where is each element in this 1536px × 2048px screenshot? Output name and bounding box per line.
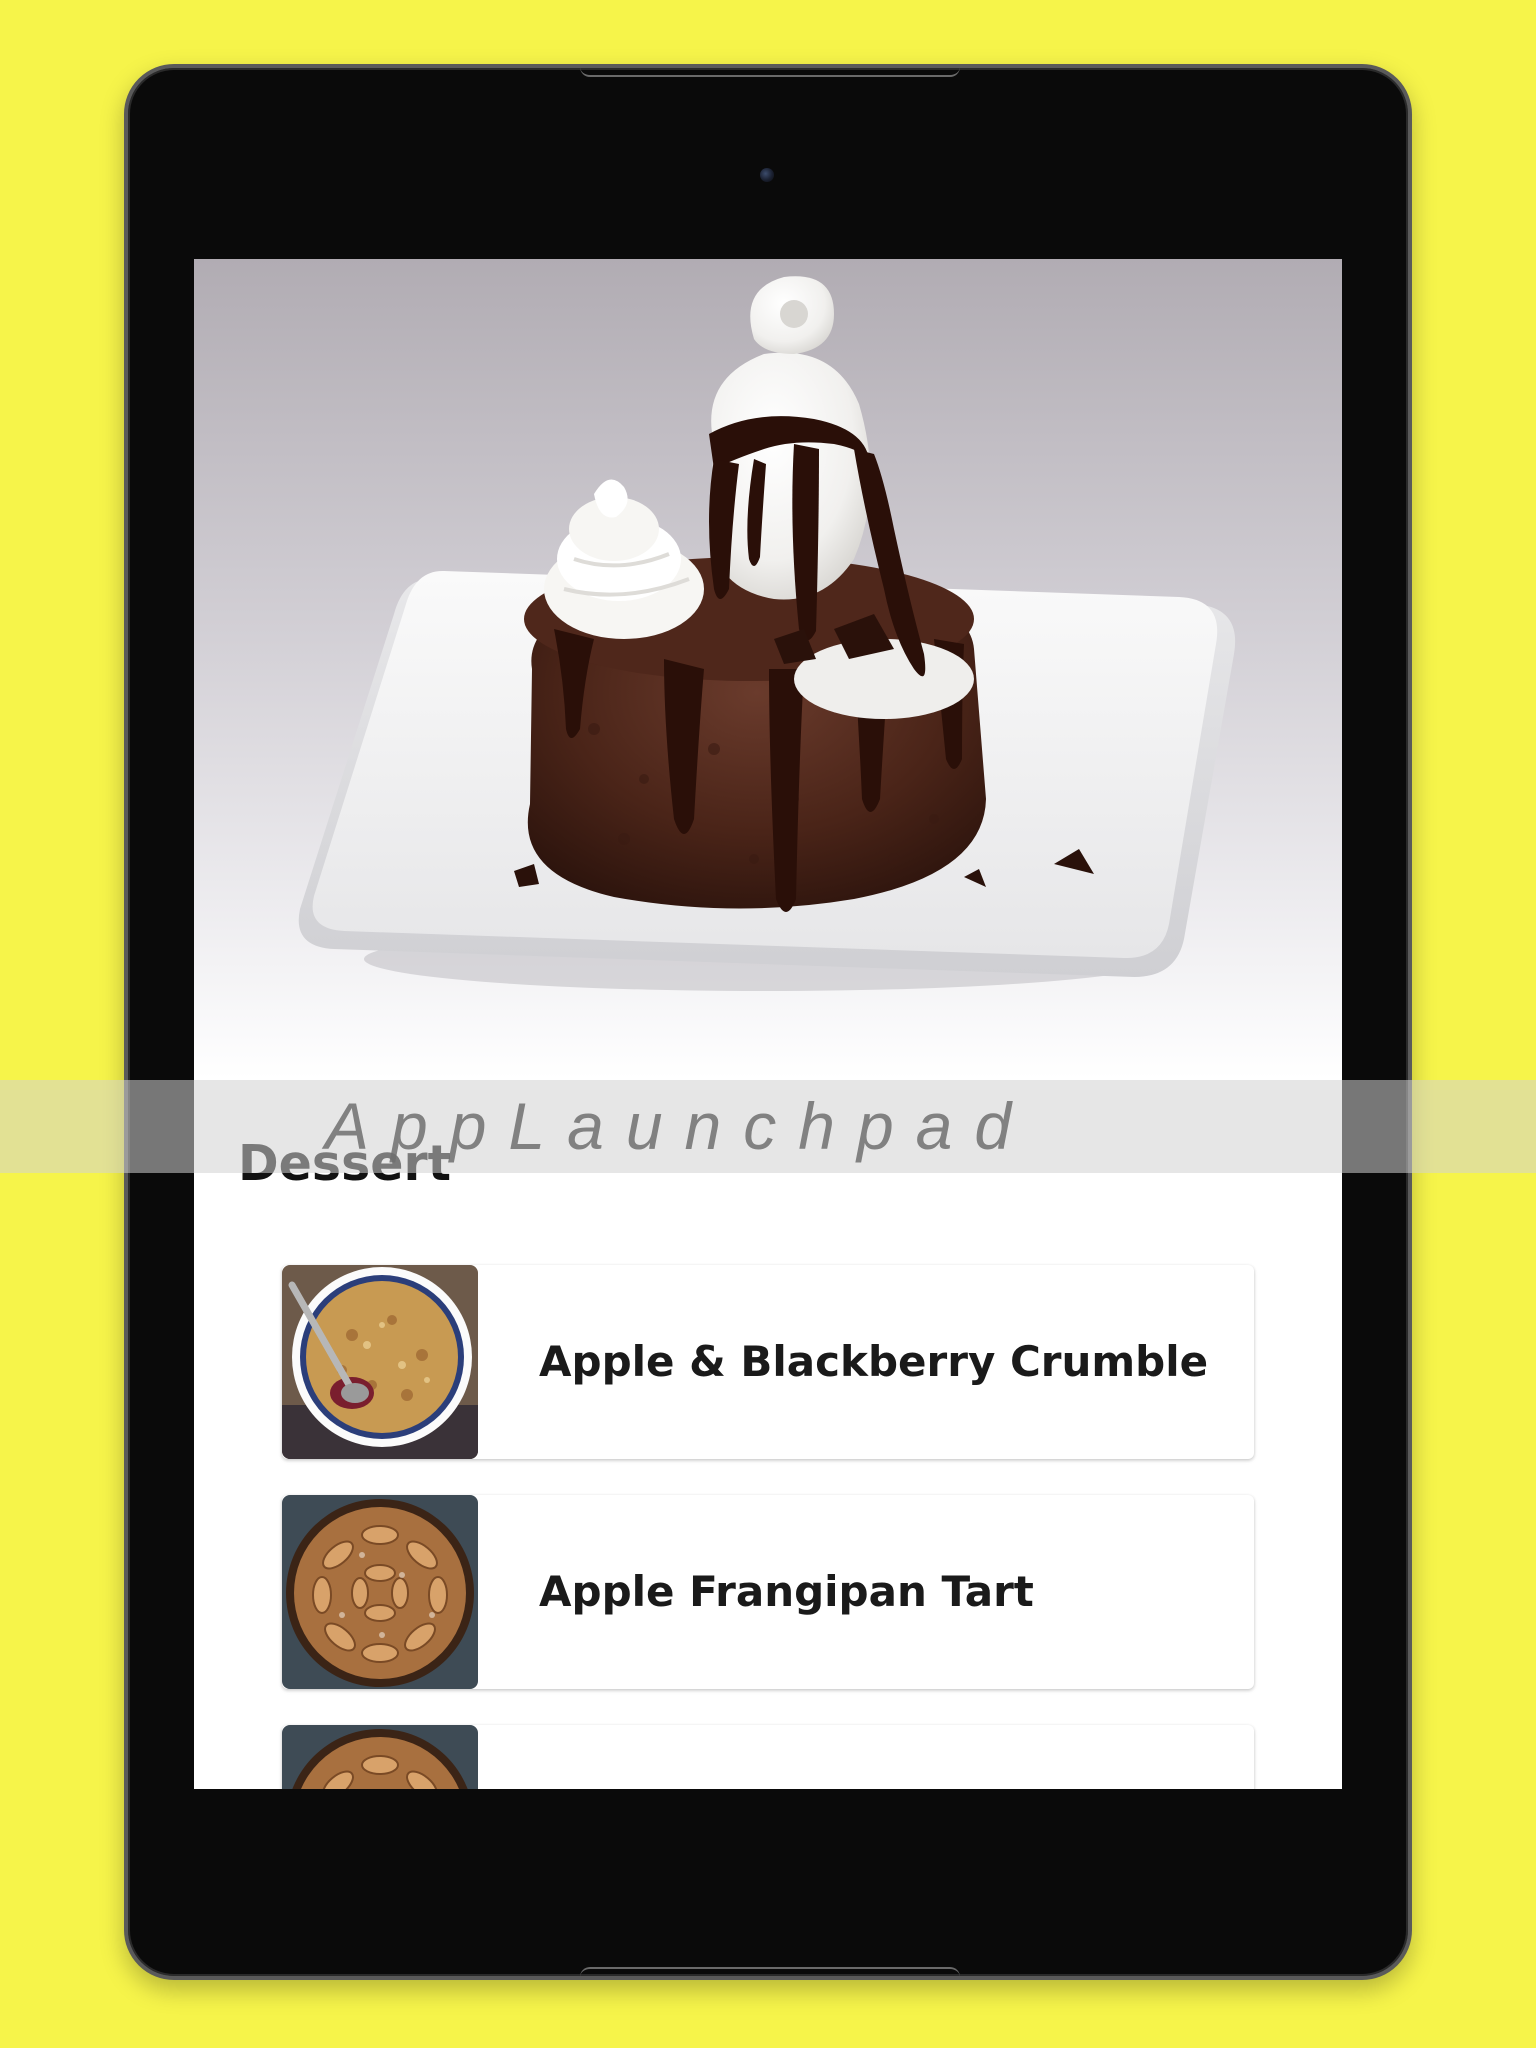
tart-thumbnail <box>282 1495 478 1689</box>
watermark-text: AppLaunchpad <box>325 1089 1034 1163</box>
dessert-illustration <box>298 276 1236 991</box>
recipe-card-2[interactable]: Apple Frangipan Tart <box>282 1495 1254 1689</box>
recipe-card-1[interactable]: Apple & Blackberry Crumble <box>282 1265 1254 1459</box>
recipe-title[interactable]: Apple & Blackberry Crumble <box>539 1265 1208 1459</box>
tablet-bottom-edge <box>580 1967 960 1979</box>
app-screenshot-stage: Dessert <box>0 0 1536 2048</box>
recipe-card-3[interactable] <box>282 1725 1254 1789</box>
app-screen: Dessert <box>194 259 1342 1789</box>
hero-image <box>194 259 1342 1079</box>
tart-thumbnail <box>282 1725 478 1789</box>
tablet-top-edge <box>580 65 960 77</box>
crumble-thumbnail <box>282 1265 478 1459</box>
front-camera-icon <box>760 168 774 182</box>
recipe-title[interactable]: Apple Frangipan Tart <box>539 1495 1034 1689</box>
